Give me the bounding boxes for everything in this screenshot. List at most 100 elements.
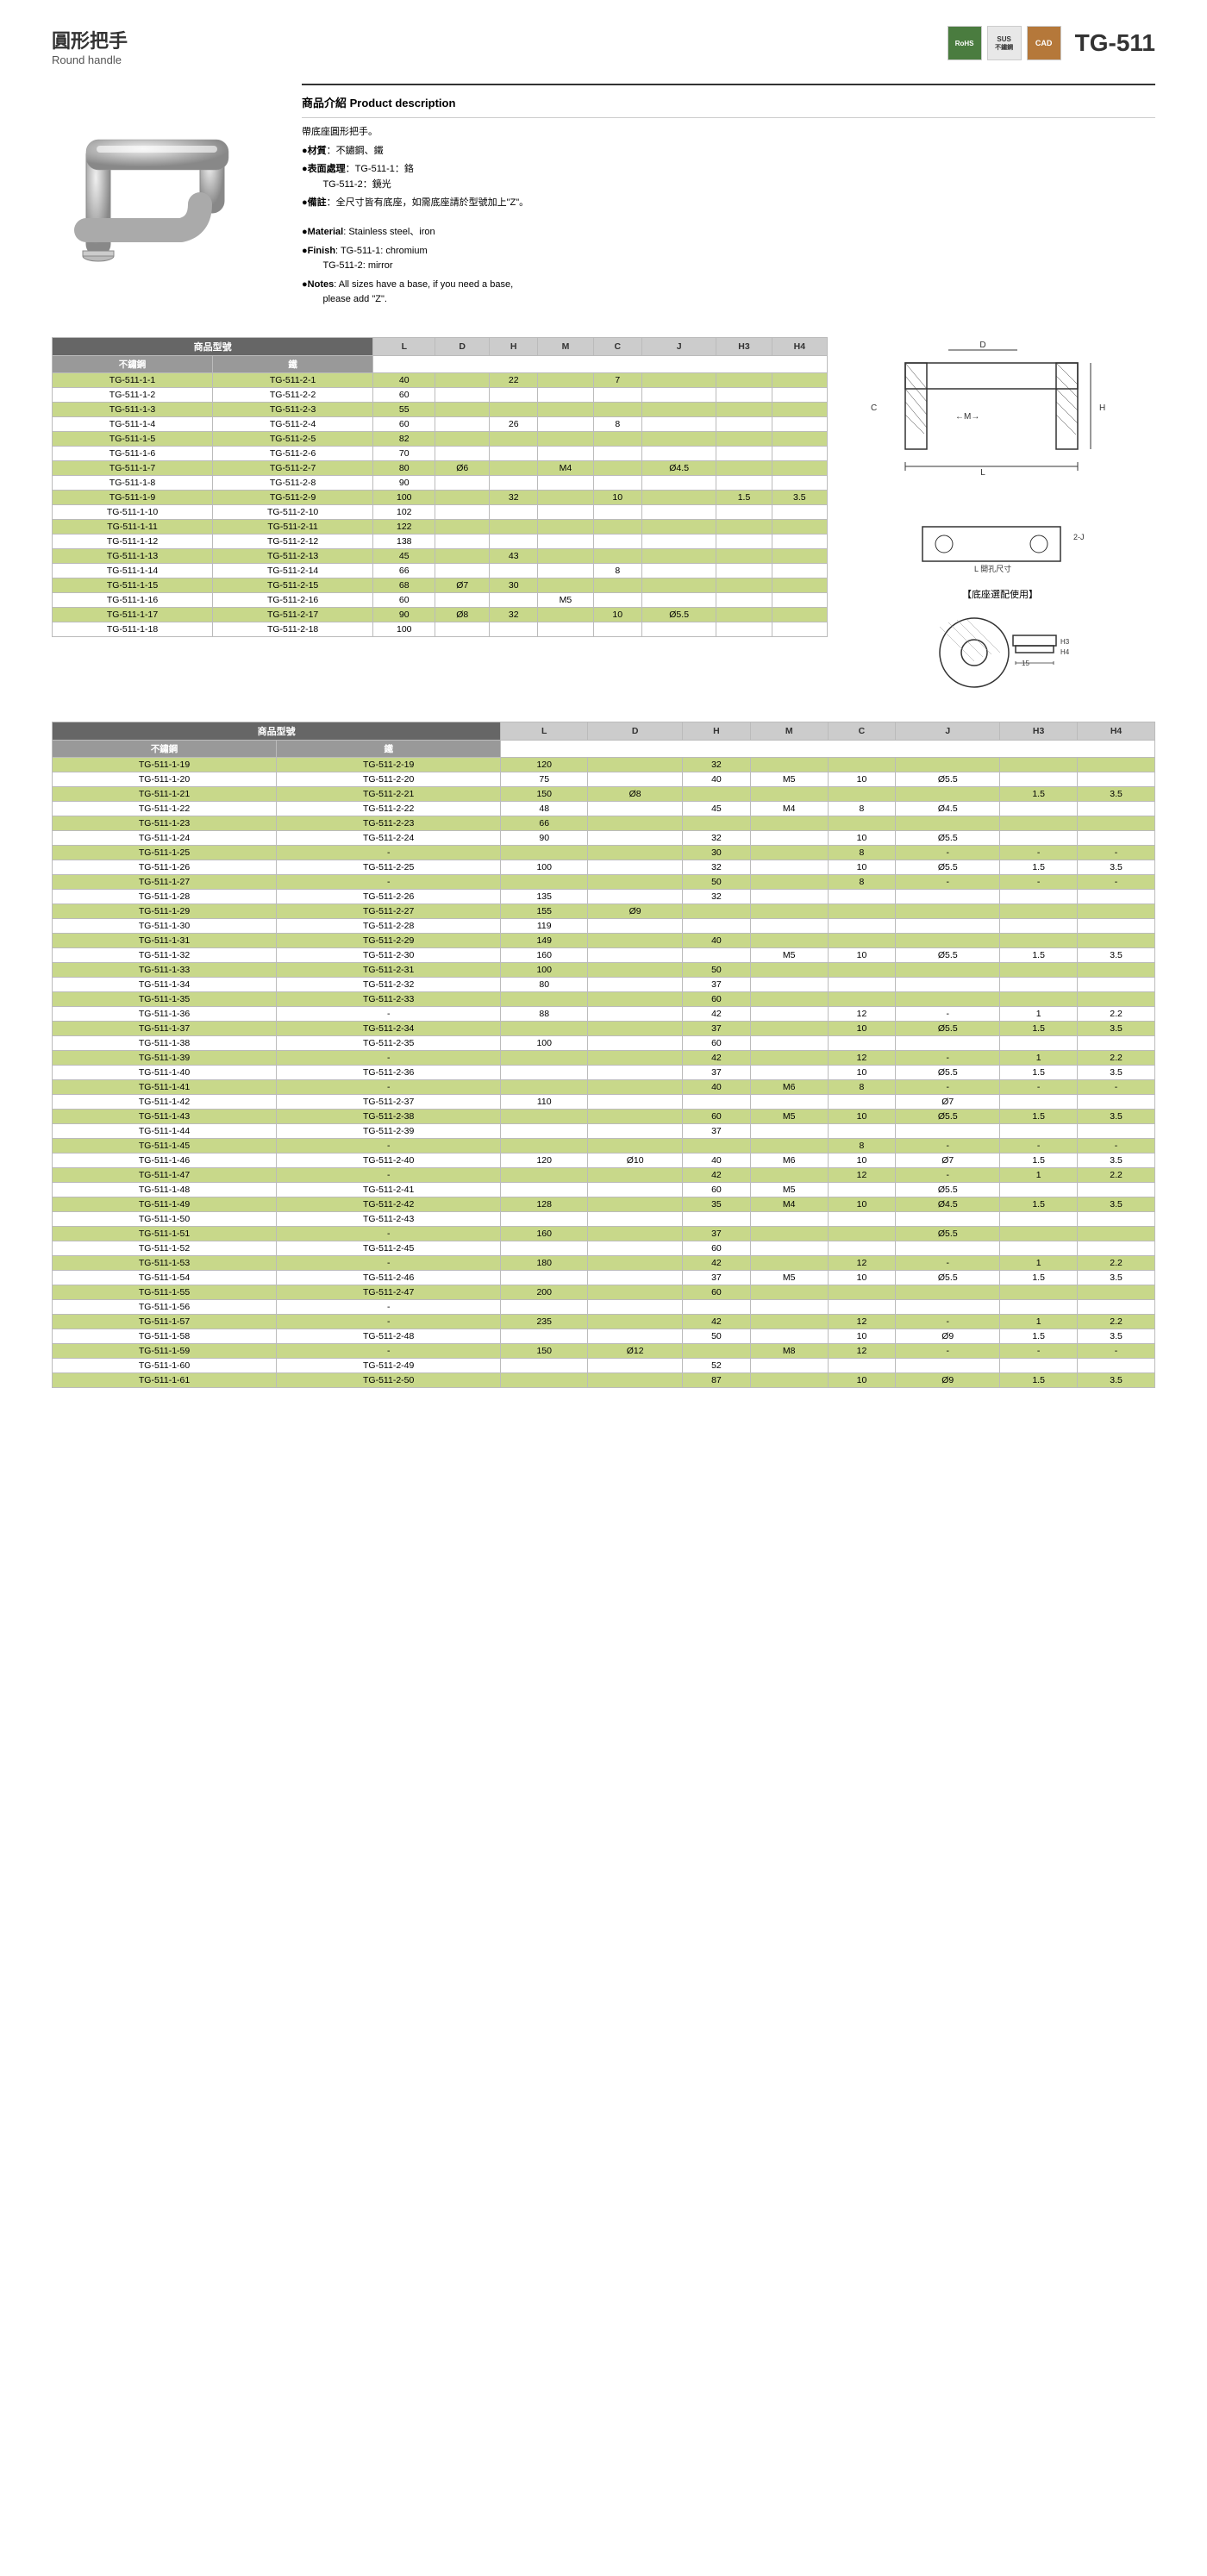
th-fe: 鐵 xyxy=(213,355,373,372)
table-row: TG-511-1-6TG-511-2-670 xyxy=(53,446,828,460)
table-row: TG-511-1-57-2354212-12.2 xyxy=(53,1314,1155,1329)
base-diagram: H3 H4 15 xyxy=(914,601,1086,696)
th-J: J xyxy=(641,337,716,355)
svg-text:L: L xyxy=(980,468,985,478)
table-row: TG-511-1-25-308--- xyxy=(53,845,1155,860)
th2-J: J xyxy=(896,722,1000,740)
table-row: TG-511-1-5TG-511-2-582 xyxy=(53,431,828,446)
product-image-area xyxy=(52,84,276,291)
th2-D: D xyxy=(588,722,683,740)
table-row: TG-511-1-49TG-511-2-4212835M410Ø4.51.53.… xyxy=(53,1197,1155,1211)
desc-line1-text: 帶底座圓形把手。 xyxy=(302,127,378,137)
table-row: TG-511-1-1TG-511-2-140227 xyxy=(53,372,828,387)
table-row: TG-511-1-26TG-511-2-251003210Ø5.51.53.5 xyxy=(53,860,1155,874)
table-row: TG-511-1-43TG-511-2-3860M510Ø5.51.53.5 xyxy=(53,1109,1155,1123)
table-row: TG-511-1-44TG-511-2-3937 xyxy=(53,1123,1155,1138)
th2-M: M xyxy=(750,722,828,740)
svg-text:←M→: ←M→ xyxy=(955,412,979,422)
table-row: TG-511-1-34TG-511-2-328037 xyxy=(53,977,1155,991)
th2-L: L xyxy=(501,722,588,740)
table-row: TG-511-1-8TG-511-2-890 xyxy=(53,475,828,490)
table-row: TG-511-1-45-8--- xyxy=(53,1138,1155,1153)
desc-item-2: ●表面處理：TG-511-1：鉻 TG-511-2：鏡光 xyxy=(302,162,1155,192)
product-description: 商品介紹 Product description 帶底座圓形把手。 ●材質：不鏽… xyxy=(302,84,1155,311)
svg-text:H4: H4 xyxy=(1060,648,1070,656)
table-row: TG-511-1-19TG-511-2-1912032 xyxy=(53,757,1155,772)
table-row: TG-511-1-58TG-511-2-485010Ø91.53.5 xyxy=(53,1329,1155,1343)
desc-item-6: ●Notes: All sizes have a base, if you ne… xyxy=(302,278,1155,308)
table-row: TG-511-1-17TG-511-2-1790Ø83210Ø5.5 xyxy=(53,607,828,622)
table1-with-diagram: 商品型號 L D H M C J H3 H4 不鏽鋼 鐵 xyxy=(52,337,1155,696)
th-M: M xyxy=(538,337,593,355)
th-L: L xyxy=(373,337,435,355)
table-row: TG-511-1-56- xyxy=(53,1299,1155,1314)
table-row: TG-511-1-37TG-511-2-343710Ø5.51.53.5 xyxy=(53,1021,1155,1035)
table-row: TG-511-1-33TG-511-2-3110050 xyxy=(53,962,1155,977)
table-row: TG-511-1-28TG-511-2-2613532 xyxy=(53,889,1155,903)
cad-badge: CAD xyxy=(1027,26,1061,60)
th-H3: H3 xyxy=(716,337,772,355)
table-row: TG-511-1-61TG-511-2-508710Ø91.53.5 xyxy=(53,1372,1155,1387)
desc-item-4: ●Material: Stainless steel、iron xyxy=(302,225,1155,241)
product-image-svg xyxy=(60,92,267,282)
table-row: TG-511-1-11TG-511-2-11122 xyxy=(53,519,828,534)
desc-line1: 帶底座圓形把手。 xyxy=(302,125,1155,141)
table-row: TG-511-1-21TG-511-2-21150Ø81.53.5 xyxy=(53,786,1155,801)
table-row: TG-511-1-47-4212-12.2 xyxy=(53,1167,1155,1182)
th-D: D xyxy=(435,337,490,355)
table-row: TG-511-1-27-508--- xyxy=(53,874,1155,889)
svg-text:15: 15 xyxy=(1022,660,1029,667)
th2-fe: 鐵 xyxy=(277,740,501,757)
table-row: TG-511-1-35TG-511-2-3360 xyxy=(53,991,1155,1006)
table2-header: 商品型號 xyxy=(53,722,501,740)
th-ss: 不鏽鋼 xyxy=(53,355,213,372)
table-row: TG-511-1-48TG-511-2-4160M5Ø5.5 xyxy=(53,1182,1155,1197)
desc-divider xyxy=(302,117,1155,118)
header: 圓形把手 Round handle RoHS SUS不鏽鋼 CAD TG-511 xyxy=(52,26,1155,66)
table-row: TG-511-1-14TG-511-2-14668 xyxy=(53,563,828,578)
table-row: TG-511-1-20TG-511-2-207540M510Ø5.5 xyxy=(53,772,1155,786)
sus-badge: SUS不鏽鋼 xyxy=(987,26,1022,60)
dimension-diagram: D H C ←M→ L xyxy=(854,337,1147,510)
svg-text:H: H xyxy=(1099,403,1105,413)
table1-col: 商品型號 L D H M C J H3 H4 不鏽鋼 鐵 xyxy=(52,337,828,637)
svg-text:H3: H3 xyxy=(1060,638,1070,646)
table1-header: 商品型號 xyxy=(53,337,373,355)
table-row: TG-511-1-50TG-511-2-43 xyxy=(53,1211,1155,1226)
th-C: C xyxy=(593,337,641,355)
table-row: TG-511-1-2TG-511-2-260 xyxy=(53,387,828,402)
table-row: TG-511-1-59-150Ø12M812--- xyxy=(53,1343,1155,1358)
table-row: TG-511-1-54TG-511-2-4637M510Ø5.51.53.5 xyxy=(53,1270,1155,1285)
table-row: TG-511-1-40TG-511-2-363710Ø5.51.53.5 xyxy=(53,1065,1155,1079)
base-label-text: 【底座選配使用】 xyxy=(962,590,1038,600)
table-row: TG-511-1-39-4212-12.2 xyxy=(53,1050,1155,1065)
product-title-en: Round handle xyxy=(52,53,128,66)
table-row: TG-511-1-55TG-511-2-4720060 xyxy=(53,1285,1155,1299)
table-row: TG-511-1-7TG-511-2-780Ø6M4Ø4.5 xyxy=(53,460,828,475)
diagram-col: D H C ←M→ L xyxy=(845,337,1155,696)
hole-diagram: 2-J L 開孔尺寸 xyxy=(905,510,1095,578)
table-row: TG-511-1-23TG-511-2-2366 xyxy=(53,816,1155,830)
table-row: TG-511-1-15TG-511-2-1568Ø730 xyxy=(53,578,828,592)
product-code: TG-511 xyxy=(1075,29,1155,57)
th2-H: H xyxy=(683,722,751,740)
table-row: TG-511-1-52TG-511-2-4560 xyxy=(53,1241,1155,1255)
desc-item-5: ●Finish: TG-511-1: chromium TG-511-2: mi… xyxy=(302,244,1155,274)
table-row: TG-511-1-10TG-511-2-10102 xyxy=(53,504,828,519)
table-row: TG-511-1-12TG-511-2-12138 xyxy=(53,534,828,548)
header-right: RoHS SUS不鏽鋼 CAD TG-511 xyxy=(947,26,1155,66)
product-table-2: 商品型號 L D H M C J H3 H4 不鏽鋼 鐵 TG-511-1-19… xyxy=(52,722,1155,1388)
product-table-1: 商品型號 L D H M C J H3 H4 不鏽鋼 鐵 xyxy=(52,337,828,637)
header-left: 圓形把手 Round handle xyxy=(52,26,128,66)
table-row: TG-511-1-24TG-511-2-24903210Ø5.5 xyxy=(53,830,1155,845)
product-info-section: 商品介紹 Product description 帶底座圓形把手。 ●材質：不鏽… xyxy=(52,84,1155,311)
product-title-zh: 圓形把手 xyxy=(52,26,128,53)
table-row: TG-511-1-16TG-511-2-1660M5 xyxy=(53,592,828,607)
table-row: TG-511-1-4TG-511-2-460268 xyxy=(53,416,828,431)
svg-text:D: D xyxy=(979,341,985,350)
th2-C: C xyxy=(828,722,896,740)
table-row: TG-511-1-38TG-511-2-3510060 xyxy=(53,1035,1155,1050)
table-row: TG-511-1-29TG-511-2-27155Ø9 xyxy=(53,903,1155,918)
table-row: TG-511-1-31TG-511-2-2914940 xyxy=(53,933,1155,947)
th2-H4: H4 xyxy=(1078,722,1155,740)
